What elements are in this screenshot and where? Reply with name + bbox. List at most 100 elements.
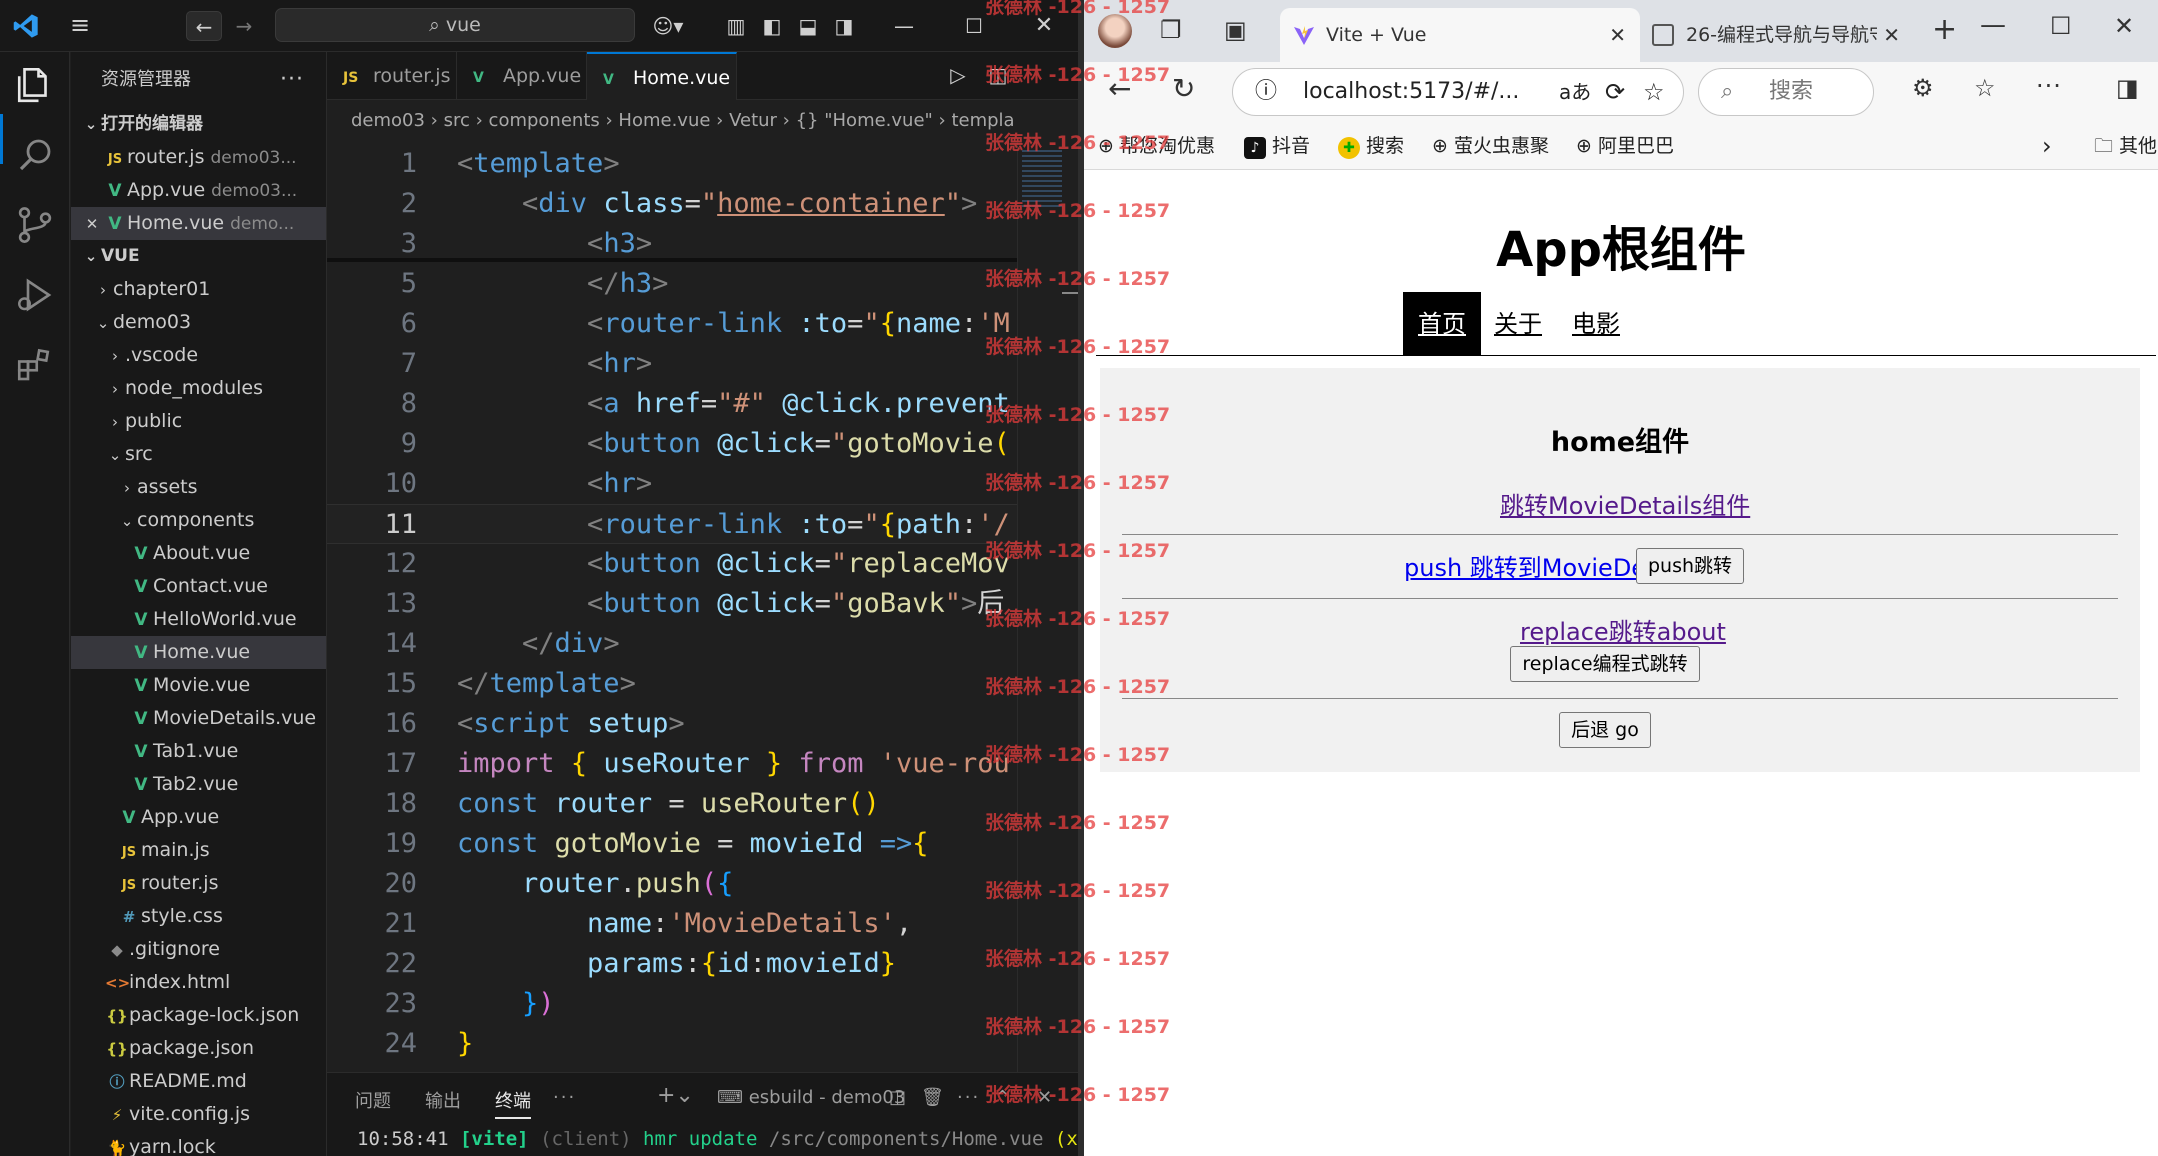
favorite-star-icon[interactable]: ☆ [1643, 69, 1665, 115]
extensions-icon[interactable]: ⚙ [1912, 74, 1934, 102]
minimap[interactable] [1017, 142, 1078, 1072]
other-favorites[interactable]: 🗀 其他收藏夹 [2094, 122, 2158, 170]
folder-item[interactable]: ⌄ components [71, 504, 326, 537]
open-editor-item[interactable]: JS router.js demo03... [71, 141, 326, 174]
code-line[interactable]: 6 <router-link :to="{name:'M [327, 304, 1017, 344]
code-line[interactable]: 15 </template> [327, 664, 1017, 704]
close-editor-icon[interactable]: ✕ [81, 208, 103, 240]
editor-tab[interactable]: V App.vue [457, 52, 587, 100]
menu-icon[interactable]: ≡ [62, 10, 98, 40]
address-bar[interactable]: ⓘ localhost:5173/#/... aあ ⟳ ☆ [1232, 68, 1684, 116]
terminal-selector[interactable]: ⌨ esbuild - demo03 [717, 1087, 905, 1108]
back-arrow-icon[interactable]: ← [186, 11, 222, 41]
code-line[interactable]: 1 <template> [327, 144, 1017, 184]
close-window-icon[interactable]: ✕ [2114, 12, 2134, 40]
workspace-section[interactable]: ⌄ VUE [71, 240, 326, 273]
file-item[interactable]: # style.css [71, 900, 326, 933]
file-item[interactable]: V Contact.vue [71, 570, 326, 603]
browser-tab-active[interactable]: Vite + Vue ✕ [1280, 8, 1640, 62]
file-item[interactable]: V Movie.vue [71, 669, 326, 702]
code-line[interactable]: 19 const gotoMovie = movieId =>{ [327, 824, 1017, 864]
file-item[interactable]: V Tab2.vue [71, 768, 326, 801]
editor-tab[interactable]: JS router.js [327, 52, 457, 100]
new-terminal-icon[interactable]: +⌄ [657, 1083, 694, 1108]
source-control-icon[interactable] [14, 204, 56, 246]
split-terminal-icon[interactable]: ◫ [889, 1087, 906, 1108]
tab-output[interactable]: 输出 [425, 1087, 461, 1113]
edge-icon[interactable]: ⟳ [1605, 69, 1625, 115]
replace-link[interactable]: replace跳转about [1520, 612, 1726, 647]
open-editors-section[interactable]: ⌄ 打开的编辑器 [71, 108, 326, 141]
folder-item[interactable]: › node_modules [71, 372, 326, 405]
bookmark-item[interactable]: ⊕ 萤火虫惠聚 [1432, 122, 1549, 170]
file-item[interactable]: V Home.vue [71, 636, 326, 669]
minimize-icon[interactable]: — [1980, 10, 2006, 40]
favorites-icon[interactable]: ☆ [1974, 74, 1996, 102]
code-line[interactable]: 5 </h3> [327, 264, 1017, 304]
search-icon[interactable] [14, 134, 56, 176]
file-item[interactable]: 🐈 yarn.lock [71, 1131, 326, 1156]
file-item[interactable]: V Tab1.vue [71, 735, 326, 768]
file-item[interactable]: ⓘ README.md [71, 1065, 326, 1098]
code-line[interactable]: 13 <button @click="goBavk">后 [327, 584, 1017, 624]
more-bookmarks-icon[interactable]: › [2042, 122, 2052, 170]
file-item[interactable]: ⚡ vite.config.js [71, 1098, 326, 1131]
nav-home[interactable]: 首页 [1403, 292, 1481, 356]
maximize-icon[interactable]: ☐ [2050, 12, 2072, 40]
code-line[interactable]: 11 <router-link :to="{path:'/ [327, 504, 1017, 544]
code-line[interactable]: 10 <hr> [327, 464, 1017, 504]
folder-item[interactable]: ⌄ demo03 [71, 306, 326, 339]
copilot-icon[interactable]: ☺▾ [650, 11, 686, 41]
maximize-icon[interactable]: ☐ [956, 11, 992, 41]
tab-terminal[interactable]: 终端 [495, 1087, 531, 1119]
maximize-panel-icon[interactable]: ⌃ [995, 1087, 1010, 1108]
breadcrumb-item[interactable]: components [489, 110, 600, 131]
file-item[interactable]: {}package-lock.json [71, 999, 326, 1032]
toggle-secondary-sidebar-icon[interactable]: ◨ [826, 11, 862, 41]
more-actions-icon[interactable]: ··· [280, 52, 304, 108]
breadcrumb-item[interactable]: templa [951, 110, 1014, 131]
layout-icon[interactable]: ▥ [718, 11, 754, 41]
forward-arrow-icon[interactable]: → [226, 11, 262, 41]
router-link-movie-details[interactable]: 跳转MovieDetails组件 [1500, 486, 1750, 521]
folder-item[interactable]: › chapter01 [71, 273, 326, 306]
extensions-icon[interactable] [14, 344, 56, 386]
nav-movie[interactable]: 电影 [1572, 292, 1620, 356]
split-editor-icon[interactable]: ◫ [980, 60, 1016, 90]
toggle-sidebar-icon[interactable]: ◧ [754, 11, 790, 41]
open-editor-item[interactable]: V App.vue demo03... [71, 174, 326, 207]
file-item[interactable]: {}package.json [71, 1032, 326, 1065]
settings-menu-icon[interactable]: ··· [2036, 72, 2062, 100]
folder-item[interactable]: › assets [71, 471, 326, 504]
code-line[interactable]: 8 <a href="#" @click.prevent [327, 384, 1017, 424]
code-line[interactable]: 12 <button @click="replaceMov [327, 544, 1017, 584]
back-go-button[interactable]: 后退 go [1559, 712, 1651, 748]
toggle-panel-icon[interactable]: ⬓ [790, 11, 826, 41]
explorer-icon[interactable] [14, 64, 56, 106]
file-item[interactable]: V MovieDetails.vue [71, 702, 326, 735]
browser-tab[interactable]: 26-编程式导航与导航守 ✕ [1640, 8, 1910, 62]
file-item[interactable]: V HelloWorld.vue [71, 603, 326, 636]
editor-tab-active[interactable]: V Home.vue ✕ [587, 52, 737, 100]
file-item[interactable]: ◆ .gitignore [71, 933, 326, 966]
code-line[interactable]: 21 name:'MovieDetails', [327, 904, 1017, 944]
code-line[interactable]: 23 }) [327, 984, 1017, 1024]
breadcrumb-item[interactable]: Home.vue [618, 110, 710, 131]
bookmark-item[interactable]: ⊕ 阿里巴巴 [1576, 122, 1674, 170]
read-aloud-icon[interactable]: aあ [1559, 69, 1591, 115]
file-item[interactable]: V App.vue [71, 801, 326, 834]
bookmark-item[interactable]: ✚ 搜索 [1338, 122, 1404, 170]
code-line[interactable]: 17 import { useRouter } from 'vue-rou [327, 744, 1017, 784]
code-line[interactable]: 22 params:{id:movieId} [327, 944, 1017, 984]
code-line[interactable]: 9 <button @click="gotoMovie( [327, 424, 1017, 464]
close-panel-icon[interactable]: ✕ [1037, 1087, 1052, 1108]
bookmark-item[interactable]: ♪ 抖音 [1244, 122, 1310, 170]
kill-terminal-icon[interactable]: 🗑 [921, 1087, 944, 1108]
code-editor[interactable]: 1 <template> 2 <div class="home-container"… [327, 142, 1017, 1072]
profile-avatar[interactable] [1098, 14, 1132, 48]
new-tab-icon[interactable]: + [1932, 12, 1957, 47]
refresh-icon[interactable]: ↻ [1172, 72, 1195, 105]
close-tab-icon[interactable]: ✕ [730, 69, 737, 89]
command-center-search[interactable]: ⌕ vue [275, 8, 635, 42]
folder-item[interactable]: › .vscode [71, 339, 326, 372]
